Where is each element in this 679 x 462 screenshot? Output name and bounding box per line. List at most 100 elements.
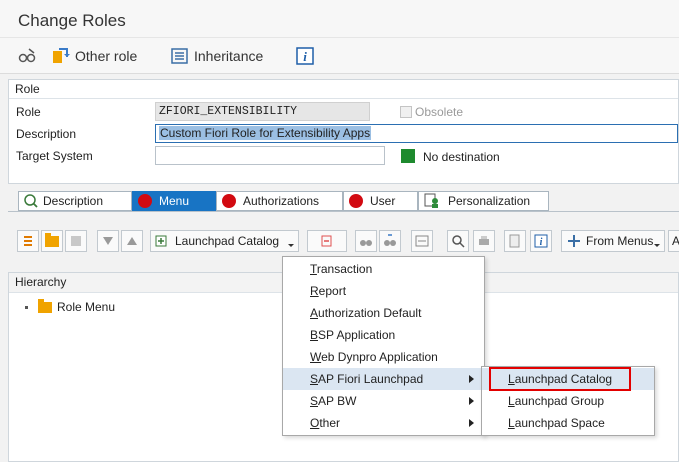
find-button[interactable]: [355, 230, 377, 252]
printer-icon: [479, 236, 489, 245]
description-doc-icon: [24, 194, 38, 208]
launchpad-catalog-label: Launchpad Catalog: [175, 234, 280, 248]
tab-menu[interactable]: Menu: [132, 191, 216, 211]
menu-item-bsp-application[interactable]: BSP Application: [283, 324, 484, 346]
description-value: Custom Fiori Role for Extensibility Apps: [159, 126, 372, 140]
delete-icon: [321, 235, 332, 247]
checkbox-icon: [400, 106, 412, 118]
submenu-arrow-icon: [469, 375, 474, 383]
obsolete-label: Obsolete: [415, 105, 464, 119]
print-button[interactable]: [473, 230, 495, 252]
accel-key: S: [310, 372, 319, 386]
menu-toolbar: Launchpad Catalog i From Menus A: [0, 230, 679, 256]
move-down-button[interactable]: [97, 230, 119, 252]
obsolete-checkbox[interactable]: Obsolete: [400, 105, 463, 119]
description-row: Description Custom Fiori Role for Extens…: [9, 123, 678, 145]
create-folder-button[interactable]: [41, 230, 63, 252]
binoculars-icon: [360, 240, 372, 246]
target-system-field[interactable]: [155, 146, 385, 165]
submenu-item-launchpad-group[interactable]: Launchpad Group: [482, 390, 654, 412]
red-status-icon: [349, 194, 363, 208]
menu-item-label: uthorization Default: [318, 306, 422, 320]
accel-key: T: [310, 262, 317, 276]
launchpad-catalog-dropdown[interactable]: Launchpad Catalog: [150, 230, 299, 252]
inheritance-icon: [171, 48, 188, 64]
zoom-button[interactable]: [447, 230, 469, 252]
menu-item-authorization-default[interactable]: Authorization Default: [283, 302, 484, 324]
move-up-button[interactable]: [121, 230, 143, 252]
menu-item-sap-fiori-launchpad[interactable]: SAP Fiori Launchpad: [283, 368, 484, 390]
folder-icon: [38, 298, 52, 313]
dropdown-arrow-icon: [288, 244, 294, 247]
menu-item-other[interactable]: Other: [283, 412, 484, 434]
magnifier-icon: [452, 235, 465, 248]
display-change-button[interactable]: [18, 45, 43, 67]
dropdown-arrow-icon: [654, 244, 660, 247]
svg-text:i: i: [303, 49, 307, 64]
add-from-menu-icon: [568, 235, 580, 247]
arrow-up-icon: [127, 237, 137, 245]
menu-item-label: SP Application: [318, 328, 396, 342]
documentation-button[interactable]: [504, 230, 526, 252]
destination-status: No destination: [423, 150, 500, 164]
folder-icon: [45, 232, 59, 247]
from-menus-label: From Menus: [586, 234, 654, 248]
submenu-item-label: aunchpad Group: [514, 394, 605, 408]
role-row: Role ZFIORI_EXTENSIBILITY Obsolete: [9, 101, 678, 123]
personalization-icon: [424, 193, 438, 208]
accel-key: S: [310, 394, 319, 408]
from-menus-dropdown[interactable]: From Menus: [561, 230, 665, 252]
tab-authorizations[interactable]: Authorizations: [216, 191, 343, 211]
tab-menu-label: Menu: [159, 194, 190, 208]
tab-divider: [8, 211, 679, 212]
menu-item-web-dynpro[interactable]: Web Dynpro Application: [283, 346, 484, 368]
target-system-label: Target System: [16, 149, 93, 163]
info-small-button[interactable]: i: [530, 230, 552, 252]
menu-item-label: ransaction: [316, 262, 373, 276]
accel-key: W: [310, 350, 322, 364]
find-next-button[interactable]: [379, 230, 401, 252]
tab-description[interactable]: Description: [18, 191, 132, 211]
target-system-row: Target System No destination: [9, 145, 678, 167]
description-field[interactable]: Custom Fiori Role for Extensibility Apps: [155, 124, 678, 143]
menu-item-label: eport: [318, 284, 347, 298]
tab-personalization-label: Personalization: [448, 194, 531, 208]
menu-item-sap-bw[interactable]: SAP BW: [283, 390, 484, 412]
tab-description-label: Description: [43, 194, 104, 208]
info-button[interactable]: i: [296, 45, 319, 67]
more-label: A: [672, 234, 679, 248]
other-role-button[interactable]: Other role: [52, 45, 137, 67]
more-menus-button[interactable]: A: [668, 230, 679, 252]
details-icon: [415, 235, 429, 247]
other-role-icon: [53, 48, 70, 63]
menu-item-label: AP BW: [318, 394, 357, 408]
accel-key: L: [508, 416, 515, 430]
delete-node-button[interactable]: [307, 230, 347, 252]
description-label: Description: [16, 127, 77, 141]
title-bar: Change Roles: [0, 0, 679, 38]
tab-user[interactable]: User: [343, 191, 418, 211]
details-button[interactable]: [411, 230, 433, 252]
inheritance-button[interactable]: Inheritance: [171, 45, 263, 67]
page-title: Change Roles: [18, 11, 126, 30]
submenu-arrow-icon: [469, 397, 474, 405]
add-node-icon: [155, 235, 167, 247]
tree-bullet-icon: [25, 305, 28, 309]
role-field[interactable]: ZFIORI_EXTENSIBILITY: [155, 102, 370, 121]
submenu-item-launchpad-space[interactable]: Launchpad Space: [482, 412, 654, 434]
accel-key: B: [310, 328, 319, 342]
expand-tree-button[interactable]: [17, 230, 39, 252]
tab-user-label: User: [370, 194, 396, 208]
info-icon: i: [534, 234, 548, 248]
menu-item-transaction[interactable]: Transaction: [283, 258, 484, 280]
tree-node-label: Role Menu: [57, 300, 116, 314]
arrow-down-icon: [103, 237, 113, 245]
binoculars-next-icon: [384, 234, 396, 246]
red-status-icon: [222, 194, 236, 208]
menu-item-label: eb Dynpro Application: [321, 350, 438, 364]
tab-personalization[interactable]: Personalization: [418, 191, 549, 211]
inheritance-label: Inheritance: [194, 48, 264, 64]
tree-node-role-menu[interactable]: Role Menu: [25, 298, 116, 314]
move-button[interactable]: [65, 230, 87, 252]
menu-item-report[interactable]: Report: [283, 280, 484, 302]
